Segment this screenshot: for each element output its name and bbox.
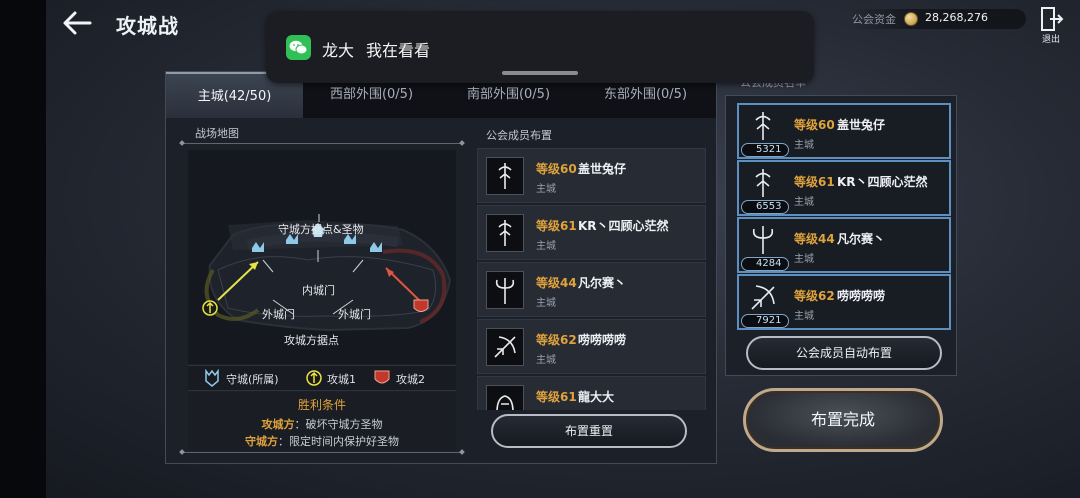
attacker2-icon (374, 370, 390, 384)
placement-slot[interactable]: 等级44 凡尔赛丶 主城 (477, 262, 706, 317)
page-title: 攻城战 (116, 14, 179, 38)
member-role: 主城 (794, 311, 814, 322)
victory-attacker-text: ：破坏守城方圣物 (294, 418, 383, 431)
member-name: 盖世兔仔 (837, 118, 886, 132)
member-card[interactable]: 5321 等级60 盖世兔仔 主城 (737, 103, 951, 159)
mage-class-icon (486, 385, 524, 410)
placement-slot[interactable]: 等级62 唠唠唠唠 主城 (477, 319, 706, 374)
slot-name: 凡尔赛丶 (578, 276, 627, 290)
spear-class-icon (755, 112, 771, 140)
confirm-placement-button[interactable]: 布置完成 (743, 388, 943, 452)
placement-slot-list[interactable]: 等级60 盖世兔仔 主城 等级61 KR丶四顾心茫然 主城 等级44 凡尔赛丶 … (477, 148, 706, 410)
siege-panel: 主城(42/50) 西部外围(0/5) 南部外围(0/5) 东部外围(0/5) … (165, 71, 717, 464)
member-name: 唠唠唠唠 (837, 289, 886, 303)
member-level: 等级60 (794, 118, 835, 132)
legend-defender-label: 守城(所属) (226, 373, 279, 386)
member-power: 6553 (741, 200, 789, 214)
member-role: 主城 (794, 197, 814, 208)
bow-class-icon (751, 285, 775, 310)
wechat-icon (286, 35, 311, 60)
map-label-inner-gate: 内城门 (302, 284, 335, 297)
legend-attacker1-label: 攻城1 (327, 373, 356, 386)
placement-slot[interactable]: 等级61 KR丶四顾心茫然 主城 (477, 205, 706, 260)
member-level: 等级61 (794, 175, 835, 189)
reset-placement-button[interactable]: 布置重置 (491, 414, 687, 448)
spear-class-icon (486, 157, 524, 195)
battlefield-map-label: 战场地图 (195, 127, 239, 140)
member-role: 主城 (794, 140, 814, 151)
slot-role: 主城 (536, 184, 556, 195)
victory-title: 胜利条件 (297, 398, 346, 412)
guild-fund-value: 28,268,276 (925, 11, 988, 24)
exit-door-icon (1041, 7, 1064, 31)
map-label-attacker-point: 攻城方据点 (284, 334, 339, 347)
spear-class-icon (486, 214, 524, 252)
map-label-outer-gate-right: 外城门 (338, 308, 371, 321)
screen: 攻城战 公会资金 28,268,276 退出 主城(42/50) 西部外围(0/… (0, 0, 1080, 498)
member-power: 5321 (741, 143, 789, 157)
member-power: 4284 (741, 257, 789, 271)
notification-sender: 龙大 (322, 41, 355, 60)
notification-banner[interactable]: 龙大 我在看看 (266, 11, 814, 83)
victory-conditions: 胜利条件 攻城方：破坏守城方圣物 守城方：限定时间内保护好圣物 (188, 392, 456, 450)
member-role: 主城 (794, 254, 814, 265)
bow-class-icon (486, 328, 524, 366)
auto-assign-button[interactable]: 公会成员自动布置 (746, 336, 942, 370)
coin-icon (904, 12, 918, 26)
exit-button[interactable]: 退出 (1038, 6, 1064, 45)
member-name: 凡尔赛丶 (837, 232, 886, 246)
victory-defender-line: 守城方：限定时间内保护好圣物 (188, 433, 456, 449)
member-name: KR丶四顾心茫然 (837, 175, 928, 189)
battlefield-map: 守城方据点&圣物 内城门 外城门 外城门 攻城方据点 (188, 150, 456, 364)
spear-class-icon (755, 169, 771, 197)
slot-role: 主城 (536, 241, 556, 252)
back-arrow-icon[interactable] (60, 8, 94, 38)
left-edge-bar (0, 0, 46, 498)
slot-role: 主城 (536, 355, 556, 366)
map-label-defender-point: 守城方据点&圣物 (278, 223, 364, 236)
slot-name: 盖世兔仔 (578, 162, 627, 176)
victory-attacker-prefix: 攻城方 (261, 418, 295, 431)
placement-label: 公会成员布置 (486, 129, 552, 142)
slot-role: 主城 (536, 408, 556, 410)
notification-message: 我在看看 (366, 41, 431, 60)
legend-attacker2-label: 攻城2 (396, 373, 425, 386)
member-card[interactable]: 4284 等级44 凡尔赛丶 主城 (737, 217, 951, 273)
guild-fund: 公会资金 28,268,276 (850, 9, 1026, 29)
map-legend: 守城(所属) 攻城1 攻城2 (188, 365, 456, 391)
slot-level: 等级60 (536, 162, 577, 176)
defender-icon (205, 369, 219, 387)
map-label-outer-gate-left: 外城门 (262, 308, 295, 321)
member-card[interactable]: 7921 等级62 唠唠唠唠 主城 (737, 274, 951, 330)
slot-name: 龍大大 (578, 390, 615, 404)
slot-name: 唠唠唠唠 (578, 333, 627, 347)
divider (182, 143, 462, 144)
attacker1-icon (306, 370, 322, 386)
member-power: 7921 (741, 314, 789, 328)
member-card[interactable]: 6553 等级61 KR丶四顾心茫然 主城 (737, 160, 951, 216)
victory-attacker-line: 攻城方：破坏守城方圣物 (188, 416, 456, 432)
notification-drag-handle[interactable] (502, 71, 578, 75)
member-level: 等级62 (794, 289, 835, 303)
divider (182, 452, 462, 453)
axe-class-icon (486, 271, 524, 309)
placement-slot[interactable]: 等级60 盖世兔仔 主城 (477, 148, 706, 203)
slot-level: 等级61 (536, 219, 577, 233)
member-level: 等级44 (794, 232, 835, 246)
victory-defender-text: ：限定时间内保护好圣物 (278, 435, 399, 448)
slot-name: KR丶四顾心茫然 (578, 219, 669, 233)
slot-level: 等级62 (536, 333, 577, 347)
exit-label: 退出 (1041, 35, 1060, 45)
slot-role: 主城 (536, 298, 556, 309)
slot-level: 等级61 (536, 390, 577, 404)
placement-slot[interactable]: 等级61 龍大大 主城 (477, 376, 706, 410)
axe-class-icon (752, 226, 774, 254)
guild-fund-label: 公会资金 (852, 13, 896, 26)
member-roster[interactable]: 5321 等级60 盖世兔仔 主城 6553 等级61 KR丶四顾心茫然 主城 … (725, 95, 957, 376)
victory-defender-prefix: 守城方 (245, 435, 278, 448)
slot-level: 等级44 (536, 276, 577, 290)
